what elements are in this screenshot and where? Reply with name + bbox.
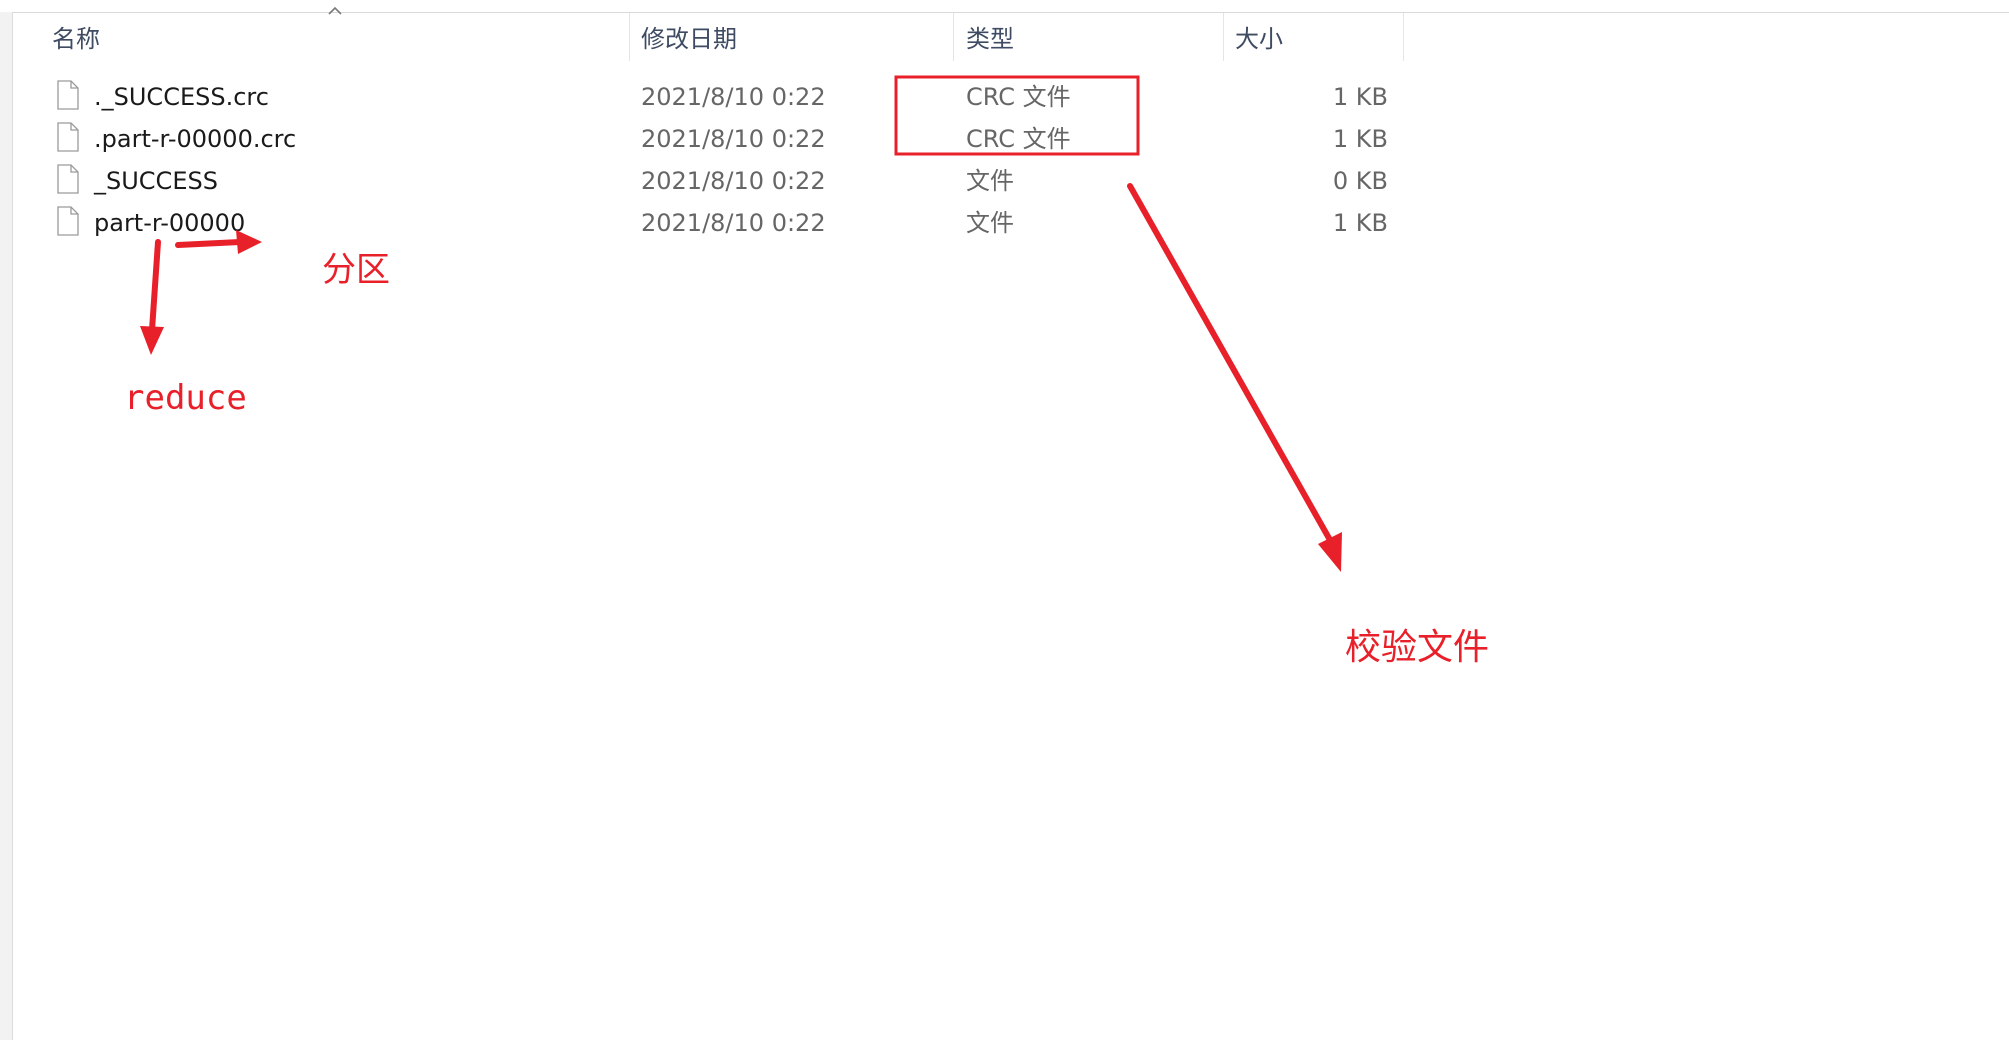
reduce-arrow-head <box>140 326 164 355</box>
file-size: 0 KB <box>1332 167 1388 195</box>
checksum-annotation: 校验文件 <box>1345 627 1490 668</box>
file-row[interactable]: _SUCCESS 2021/8/10 0:22 文件 0 KB <box>13 160 1403 202</box>
column-header-name-label: 名称 <box>52 25 100 53</box>
file-type: CRC 文件 <box>966 125 1071 153</box>
column-header-date[interactable]: 修改日期 <box>641 13 961 61</box>
column-divider[interactable] <box>629 13 630 61</box>
file-name: _SUCCESS <box>94 167 218 195</box>
file-icon <box>57 122 79 152</box>
column-header-date-label: 修改日期 <box>641 25 737 53</box>
file-size: 1 KB <box>1332 83 1388 111</box>
column-divider[interactable] <box>1223 13 1224 61</box>
file-explorer-window: 名称 修改日期 类型 大小 ._SUCCESS.crc 2021/8/10 0:… <box>0 0 2009 1040</box>
file-row[interactable]: part-r-00000 2021/8/10 0:22 文件 1 KB <box>13 202 1403 244</box>
file-size: 1 KB <box>1332 209 1388 237</box>
partition-annotation: 分区 <box>322 250 390 290</box>
file-icon <box>57 80 79 110</box>
column-header-type-label: 类型 <box>966 25 1014 53</box>
column-header-bar: 名称 修改日期 类型 大小 <box>13 13 1405 61</box>
column-header-size-label: 大小 <box>1235 25 1283 53</box>
file-list: ._SUCCESS.crc 2021/8/10 0:22 CRC 文件 1 KB… <box>13 76 1413 244</box>
file-date: 2021/8/10 0:22 <box>641 125 826 153</box>
top-border <box>0 0 2009 13</box>
reduce-annotation: reduce <box>124 378 247 418</box>
file-name: .part-r-00000.crc <box>94 125 297 153</box>
file-type: CRC 文件 <box>966 83 1071 111</box>
file-size: 1 KB <box>1332 125 1388 153</box>
checksum-arrow-head <box>1318 532 1342 572</box>
column-header-type[interactable]: 类型 <box>966 13 1226 61</box>
file-row[interactable]: ._SUCCESS.crc 2021/8/10 0:22 CRC 文件 1 KB <box>13 76 1403 118</box>
file-icon <box>57 206 79 236</box>
file-date: 2021/8/10 0:22 <box>641 209 826 237</box>
file-row[interactable]: .part-r-00000.crc 2021/8/10 0:22 CRC 文件 … <box>13 118 1403 160</box>
file-date: 2021/8/10 0:22 <box>641 83 826 111</box>
column-header-name[interactable]: 名称 <box>52 13 632 61</box>
file-date: 2021/8/10 0:22 <box>641 167 826 195</box>
file-icon <box>57 164 79 194</box>
column-divider[interactable] <box>953 13 954 61</box>
column-divider[interactable] <box>1403 13 1404 61</box>
file-name: ._SUCCESS.crc <box>94 83 269 111</box>
file-name: part-r-00000 <box>94 209 246 237</box>
reduce-arrow <box>149 239 161 333</box>
file-type: 文件 <box>966 167 1014 195</box>
column-header-size[interactable]: 大小 <box>1235 13 1405 61</box>
file-type: 文件 <box>966 209 1014 237</box>
navigation-pane-edge[interactable] <box>0 12 13 1040</box>
